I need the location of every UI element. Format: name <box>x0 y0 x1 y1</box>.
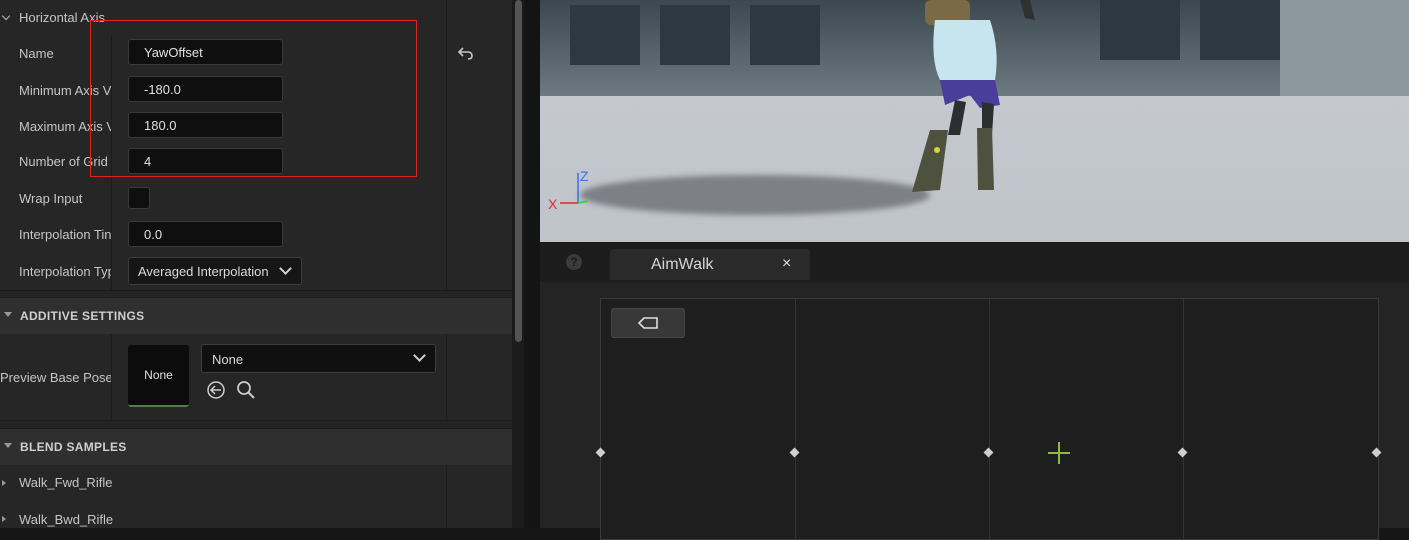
interpolation-time-label: Interpolation Tin <box>19 227 111 242</box>
character-model <box>912 0 1035 192</box>
interpolation-type-dropdown[interactable]: Averaged Interpolation <box>128 257 302 285</box>
wrap-input-checkbox[interactable] <box>128 187 150 209</box>
show-labels-button[interactable] <box>611 308 685 338</box>
grid-point[interactable] <box>1371 447 1382 458</box>
tab-label: AimWalk <box>651 256 714 273</box>
chevron-down-icon <box>413 349 426 362</box>
blend-sample-label: Walk_Bwd_Rifle <box>19 512 114 527</box>
collapse-arrow-icon[interactable] <box>1 11 11 21</box>
blend-sample-item[interactable]: Walk_Bwd_Rifle <box>0 501 512 528</box>
chevron-down-icon <box>279 262 292 275</box>
preview-base-pose-label: Preview Base Pose <box>0 370 111 385</box>
blendspace-editor <box>540 282 1409 540</box>
grid-point[interactable] <box>1177 447 1188 458</box>
interpolation-time-row: Interpolation Tin 0.0 <box>0 215 512 253</box>
interpolation-type-label: Interpolation Typ <box>19 264 111 279</box>
axis-x-label: X <box>548 196 558 212</box>
grid-line <box>1183 299 1184 539</box>
interpolation-type-value: Averaged Interpolation <box>138 264 269 279</box>
axis-z-label: Z <box>580 168 589 184</box>
asset-thumbnail-text: None <box>144 368 173 382</box>
panel-splitter[interactable] <box>524 0 540 528</box>
preview-viewport[interactable]: Z X <box>540 0 1409 242</box>
details-scrollbar-thumb[interactable] <box>515 0 522 342</box>
character-shadow <box>580 175 930 215</box>
additive-settings-section-header[interactable]: ADDITIVE SETTINGS <box>0 297 512 335</box>
blend-samples-title: BLEND SAMPLES <box>20 440 127 454</box>
grid-point[interactable] <box>983 447 994 458</box>
blendspace-tab-bar: ? AimWalk × <box>540 242 1409 282</box>
blendspace-grid[interactable] <box>595 298 1382 540</box>
highlight-annotation-box <box>90 20 417 177</box>
blend-sample-label: Walk_Fwd_Rifle <box>19 475 113 490</box>
expand-arrow-icon[interactable] <box>2 480 6 486</box>
collapse-arrow-icon <box>4 443 12 448</box>
asset-thumbnail[interactable]: None <box>128 345 189 407</box>
grid-point[interactable] <box>595 447 606 458</box>
close-icon[interactable]: × <box>782 255 791 273</box>
blend-samples-section-header[interactable]: BLEND SAMPLES <box>0 428 512 466</box>
asset-picker-value: None <box>212 352 244 367</box>
preview-crosshair-icon[interactable] <box>1058 442 1060 464</box>
interpolation-type-row: Interpolation Typ Averaged Interpolation <box>0 252 512 291</box>
tag-icon <box>638 317 658 329</box>
blend-sample-item[interactable]: Walk_Fwd_Rifle <box>0 465 512 502</box>
interpolation-time-field[interactable]: 0.0 <box>128 221 283 247</box>
tab-aimwalk[interactable]: AimWalk × <box>610 249 810 280</box>
grid-point[interactable] <box>789 447 800 458</box>
help-icon[interactable]: ? <box>566 254 582 270</box>
collapse-arrow-icon <box>4 312 12 317</box>
preview-base-pose-row: Preview Base Pose None None <box>0 334 512 421</box>
wrap-input-row: Wrap Input <box>0 179 512 216</box>
use-selected-asset-icon[interactable] <box>206 380 226 400</box>
browse-search-icon[interactable] <box>236 380 256 400</box>
expand-arrow-icon[interactable] <box>2 516 6 522</box>
details-panel: Horizontal Axis Name YawOffset Minimum A… <box>0 0 512 528</box>
grid-line <box>989 299 990 539</box>
axis-gizmo: Z X <box>548 168 589 212</box>
asset-picker-dropdown[interactable]: None <box>201 344 436 373</box>
reset-to-default-icon[interactable] <box>457 45 475 61</box>
additive-settings-title: ADDITIVE SETTINGS <box>20 309 145 323</box>
grid-line <box>795 299 796 539</box>
wrap-input-label: Wrap Input <box>19 191 83 206</box>
